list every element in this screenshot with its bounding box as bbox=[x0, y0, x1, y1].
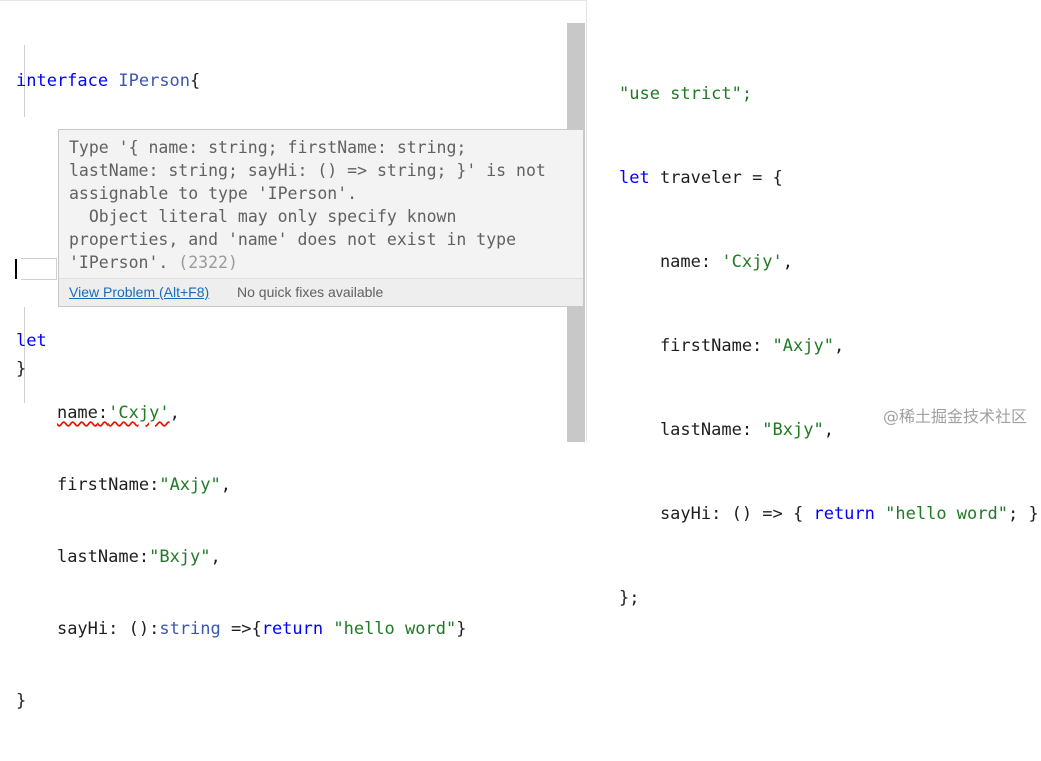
code-line: } bbox=[16, 691, 27, 711]
code-line: name: 'Cxjy', bbox=[619, 252, 794, 272]
error-squiggle[interactable]: name:'Cxjy' bbox=[57, 403, 170, 423]
code-line: sayHi: () => { return "hello word"; } bbox=[619, 504, 1039, 524]
text-cursor bbox=[15, 259, 17, 279]
error-code: (2322) bbox=[178, 253, 238, 272]
code-line-error[interactable]: name:'Cxjy', bbox=[16, 401, 466, 425]
code-line: sayHi: ():string =>{return "hello word"} bbox=[56, 619, 467, 639]
pane-divider[interactable] bbox=[586, 0, 587, 441]
code-line: interface IPerson{ bbox=[16, 71, 201, 91]
code-line: let bbox=[16, 331, 47, 351]
code-line: firstName: "Axjy", bbox=[619, 336, 845, 356]
hover-status-bar: View Problem (Alt+F8) No quick fixes ava… bbox=[59, 278, 583, 306]
code-line: let traveler = { bbox=[619, 168, 783, 188]
no-quick-fixes-label: No quick fixes available bbox=[237, 284, 384, 300]
view-problem-link[interactable]: View Problem (Alt+F8) bbox=[69, 284, 209, 300]
error-hover-tooltip: Type '{ name: string; firstName: string;… bbox=[58, 129, 584, 307]
code-line: firstName:"Axjy", bbox=[56, 475, 231, 495]
inline-hint-box bbox=[21, 258, 57, 280]
code-line: "use strict"; bbox=[619, 84, 753, 104]
let-code-block[interactable]: let name:'Cxjy', firstName:"Axjy", lastN… bbox=[16, 281, 466, 761]
left-editor-pane: interface IPerson{ firstName:string, las… bbox=[0, 0, 586, 711]
code-line: lastName:"Bxjy", bbox=[56, 547, 221, 567]
code-line: }; bbox=[619, 588, 640, 608]
error-message: Type '{ name: string; firstName: string;… bbox=[69, 138, 546, 272]
compiled-output-block: "use strict"; let traveler = { name: 'Cx… bbox=[619, 24, 1039, 640]
watermark: @稀土掘金技术社区 bbox=[882, 407, 1027, 426]
